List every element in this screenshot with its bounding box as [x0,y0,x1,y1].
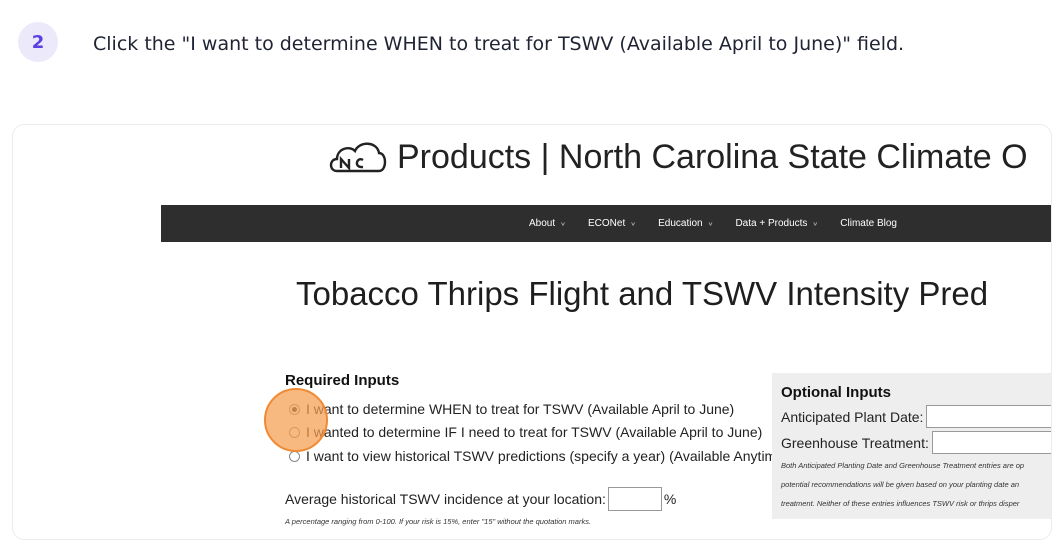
greenhouse-label: Greenhouse Treatment: [781,434,929,451]
step-number-badge: 2 [18,22,58,62]
plant-date-input[interactable] [926,405,1051,428]
site-header: Products | North Carolina State Climate … [327,137,1028,177]
nav-item-label: Education [658,218,703,229]
site-title: Products | North Carolina State Climate … [397,137,1028,176]
optional-note-line: treatment. Neither of these entries infl… [781,499,1020,508]
radio-label: I wanted to determine IF I need to treat… [306,424,763,440]
radio-option-when-to-treat[interactable]: I want to determine WHEN to treat for TS… [289,401,734,417]
nav-item-education[interactable]: Education ∨ [658,218,713,229]
optional-note-line: Both Anticipated Planting Date and Green… [781,461,1025,470]
chevron-down-icon: ∨ [560,220,566,227]
nav-item-label: Data + Products [735,218,808,229]
radio-option-if-to-treat[interactable]: I wanted to determine IF I need to treat… [289,424,762,440]
required-inputs-heading: Required Inputs [285,372,400,389]
screenshot-frame: Products | North Carolina State Climate … [12,124,1052,540]
greenhouse-input[interactable] [931,431,1051,454]
optional-inputs-heading: Optional Inputs [781,384,891,401]
plant-date-label: Anticipated Plant Date: [781,408,924,425]
plant-date-row: Anticipated Plant Date: [781,405,1051,428]
nav-item-label: ECONet [588,218,626,229]
historical-incidence-hint: A percentage ranging from 0-100. If your… [285,517,592,526]
nav-item-climate-blog[interactable]: Climate Blog [840,218,897,229]
step-instruction: Click the "I want to determine WHEN to t… [93,33,905,55]
greenhouse-row: Greenhouse Treatment: [781,431,1051,454]
click-highlight-marker [264,388,328,452]
historical-incidence-input[interactable] [607,487,662,511]
nav-item-data-products[interactable]: Data + Products ∨ [735,218,818,229]
radio-button[interactable] [289,450,300,462]
historical-incidence-row: Average historical TSWV incidence at you… [285,487,676,511]
radio-label: I want to determine WHEN to treat for TS… [306,401,735,417]
chevron-down-icon: ∨ [707,220,714,227]
percent-unit: % [663,491,677,507]
nc-cloud-logo-icon [329,142,387,173]
chevron-down-icon: ∨ [630,220,637,227]
radio-option-historical[interactable]: I want to view historical TSWV predictio… [289,448,789,464]
historical-incidence-label: Average historical TSWV incidence at you… [285,491,606,507]
optional-inputs-panel: Optional Inputs Anticipated Plant Date: … [772,373,1051,519]
nav-item-econet[interactable]: ECONet ∨ [588,218,636,229]
page-title: Tobacco Thrips Flight and TSWV Intensity… [296,275,989,312]
nav-item-label: Climate Blog [840,218,897,229]
optional-note-line: potential recommendations will be given … [781,480,1020,489]
nav-item-label: About [529,218,556,229]
nav-item-about[interactable]: About ∨ [529,218,566,229]
main-navbar: About ∨ ECONet ∨ Education ∨ Data + Prod… [161,205,1051,242]
chevron-down-icon: ∨ [812,220,819,227]
radio-label: I want to view historical TSWV predictio… [306,448,789,464]
